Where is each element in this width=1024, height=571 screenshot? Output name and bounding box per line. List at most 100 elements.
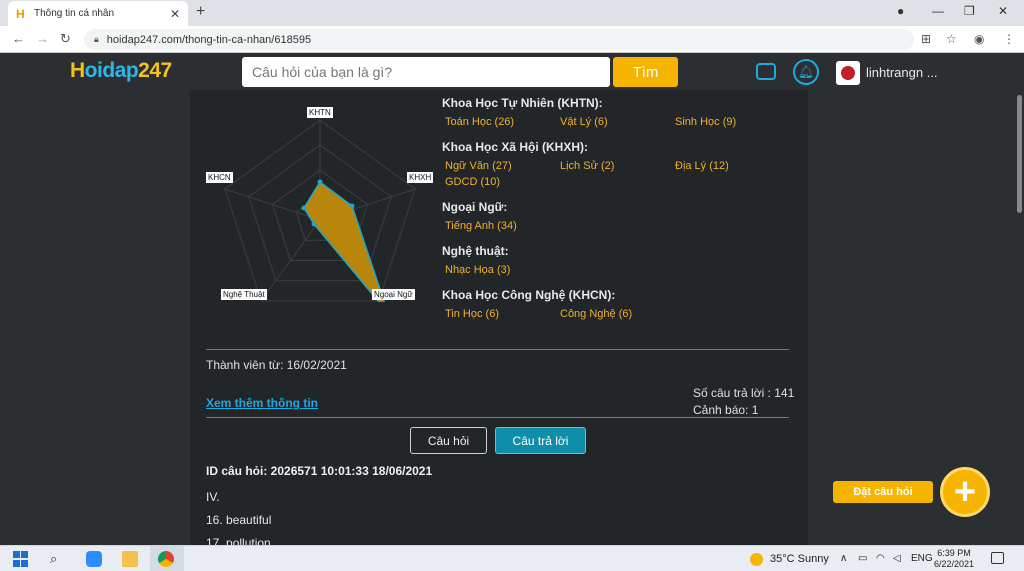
url-text: hoidap247.com/thong-tin-ca-nhan/618595: [106, 33, 312, 46]
subject-item[interactable]: Sinh Học (9): [672, 116, 787, 132]
right-gutter: [808, 90, 1024, 545]
notification-center-icon[interactable]: [991, 552, 1004, 564]
page-scrollbar[interactable]: [1014, 90, 1024, 545]
subject-group-items: Tiếng Anh (34): [442, 220, 802, 236]
subject-group-items: Ngữ Văn (27) Lịch Sử (2) Địa Lý (12) GDCD (…: [442, 160, 802, 192]
radar-label-bottom-right: Ngoại Ngữ: [372, 289, 415, 300]
clock-time: 6:39 PM: [937, 548, 971, 558]
view-more-link[interactable]: Xem thêm thông tin: [206, 396, 318, 410]
chat-icon[interactable]: [756, 63, 776, 80]
radar-svg: [224, 119, 416, 316]
radar-label-bottom-left: Nghệ Thuật: [221, 289, 267, 300]
close-tab-icon[interactable]: ✕: [170, 7, 180, 21]
answer-line: 16. beautiful: [206, 513, 272, 527]
windows-start-icon[interactable]: [13, 551, 29, 567]
file-explorer-icon[interactable]: [122, 551, 138, 567]
forward-arrow-icon[interactable]: →: [36, 31, 49, 46]
user-avatar[interactable]: [836, 61, 860, 85]
maximize-icon[interactable]: ❐: [964, 4, 975, 18]
zoom-app-icon[interactable]: [86, 551, 102, 567]
volume-icon[interactable]: ◁: [893, 553, 901, 564]
tray-chevron-icon[interactable]: ∧: [840, 553, 847, 564]
subject-group-items: Tin Học (6) Công Nghệ (6): [442, 308, 802, 324]
weather-text[interactable]: 35°C Sunny: [770, 553, 829, 565]
bookmark-star-icon[interactable]: ☆: [946, 32, 957, 46]
language-indicator[interactable]: ENG: [911, 553, 933, 564]
new-tab-icon[interactable]: +: [196, 3, 205, 21]
wifi-icon[interactable]: ◠: [876, 553, 885, 564]
tab-answers[interactable]: Câu trả lời: [495, 427, 586, 454]
subject-item[interactable]: Địa Lý (12): [672, 160, 787, 176]
subject-item[interactable]: GDCD (10): [442, 176, 557, 192]
chrome-app-icon[interactable]: [158, 551, 174, 567]
radar-label-top: KHTN: [307, 107, 333, 118]
url-input[interactable]: 🔒︎ hoidap247.com/thong-tin-ca-nhan/61859…: [84, 29, 914, 50]
browser-tab-bar: H Thông tin cá nhân ✕ + ● — ❐ ✕: [0, 0, 1024, 26]
left-gutter: [0, 90, 190, 545]
taskbar-search-icon[interactable]: ⌕: [50, 551, 66, 567]
answer-text: IV. 16. beautiful 17. pollution: [206, 490, 271, 545]
answer-line: 17. pollution: [206, 536, 271, 545]
radar-data-polygon: [303, 180, 389, 314]
answer-line: IV.: [206, 490, 220, 504]
battery-icon[interactable]: ▭: [858, 553, 867, 564]
address-bar: ← → ↻ 🔒︎ hoidap247.com/thong-tin-ca-nhan…: [0, 26, 1024, 53]
site-header: Hoidap247 Câu hỏi của bạn là gì? Tìm 🔔︎ …: [0, 53, 1024, 90]
subject-item[interactable]: Tiếng Anh (34): [442, 220, 557, 236]
minimize-icon[interactable]: —: [932, 4, 944, 18]
clock-date: 6/22/2021: [934, 559, 975, 569]
subject-item[interactable]: Toán Học (26): [442, 116, 557, 132]
taskbar-clock[interactable]: 6:39 PM 6/22/2021: [934, 548, 974, 570]
subject-group-items: Nhạc Họa (3): [442, 264, 802, 280]
subject-group-title: Ngoại Ngữ:: [442, 200, 508, 214]
lock-icon: 🔒︎: [94, 34, 99, 44]
profile-stats: Số câu trả lời : 141 Cảnh báo: 1: [693, 385, 794, 419]
radar-data-point: [317, 179, 323, 185]
reload-icon[interactable]: ↻: [60, 31, 71, 47]
tab-title: Thông tin cá nhân: [34, 8, 115, 19]
notification-bell-icon[interactable]: 🔔︎: [793, 59, 819, 85]
translate-icon[interactable]: ⊞: [921, 32, 931, 46]
subject-group-title: Khoa Học Công Nghệ (KHCN):: [442, 288, 616, 302]
subject-item[interactable]: Ngữ Văn (27): [442, 160, 557, 176]
browser-tab[interactable]: H Thông tin cá nhân ✕: [8, 1, 188, 26]
tab-questions[interactable]: Câu hỏi: [410, 427, 487, 454]
divider: [206, 417, 789, 418]
radar-data-point: [301, 205, 307, 211]
back-arrow-icon[interactable]: ←: [12, 31, 25, 46]
subject-item[interactable]: Tin Học (6): [442, 308, 557, 324]
site-logo[interactable]: Hoidap247: [70, 59, 172, 83]
profile-dot-icon[interactable]: ●: [897, 4, 904, 18]
subject-item[interactable]: Vật Lý (6): [557, 116, 672, 132]
radar-data-point: [349, 203, 355, 209]
logo-middle: oidap: [84, 59, 139, 82]
username-label[interactable]: linhtrangn ...: [866, 65, 938, 80]
search-placeholder: Câu hỏi của bạn là gì?: [252, 64, 393, 80]
ask-question-label[interactable]: Đặt câu hỏi: [833, 481, 933, 503]
weather-sun-icon[interactable]: [750, 553, 763, 566]
ask-question-plus-icon[interactable]: +: [940, 467, 990, 517]
menu-dots-icon[interactable]: ⋮: [1003, 32, 1015, 46]
subject-item[interactable]: Nhạc Họa (3): [442, 264, 557, 280]
subject-group-items: Toán Học (26) Vật Lý (6) Sinh Học (9): [442, 116, 802, 132]
member-since: Thành viên từ: 16/02/2021: [206, 358, 347, 372]
subject-item[interactable]: Lịch Sử (2): [557, 160, 672, 176]
search-button[interactable]: Tìm: [613, 57, 678, 87]
logo-prefix: H: [70, 59, 85, 82]
search-input[interactable]: Câu hỏi của bạn là gì?: [242, 57, 610, 87]
answer-count: Số câu trả lời : 141: [693, 386, 795, 400]
subject-group-title: Khoa Học Xã Hội (KHXH):: [442, 140, 589, 154]
subject-group-title: Nghệ thuật:: [442, 244, 509, 258]
profile-avatar-icon[interactable]: ◉: [974, 32, 984, 46]
subject-radar-chart: KHTN KHXH Ngoại Ngữ Nghệ Thuật KHCN: [204, 102, 434, 316]
close-window-icon[interactable]: ✕: [998, 4, 1008, 18]
subject-list: Khoa Học Tự Nhiên (KHTN): Toán Học (26) Vậ…: [442, 96, 802, 332]
profile-content: KHTN KHXH Ngoại Ngữ Nghệ Thuật KHCN Khoa…: [190, 90, 808, 545]
subject-group-title: Khoa Học Tự Nhiên (KHTN):: [442, 96, 603, 110]
divider: [206, 349, 789, 350]
site-favicon-icon: H: [16, 6, 25, 21]
subject-item[interactable]: Công Nghệ (6): [557, 308, 672, 324]
radar-label-right: KHXH: [407, 172, 434, 183]
radar-label-left: KHCN: [206, 172, 233, 183]
scrollbar-thumb[interactable]: [1017, 95, 1022, 213]
